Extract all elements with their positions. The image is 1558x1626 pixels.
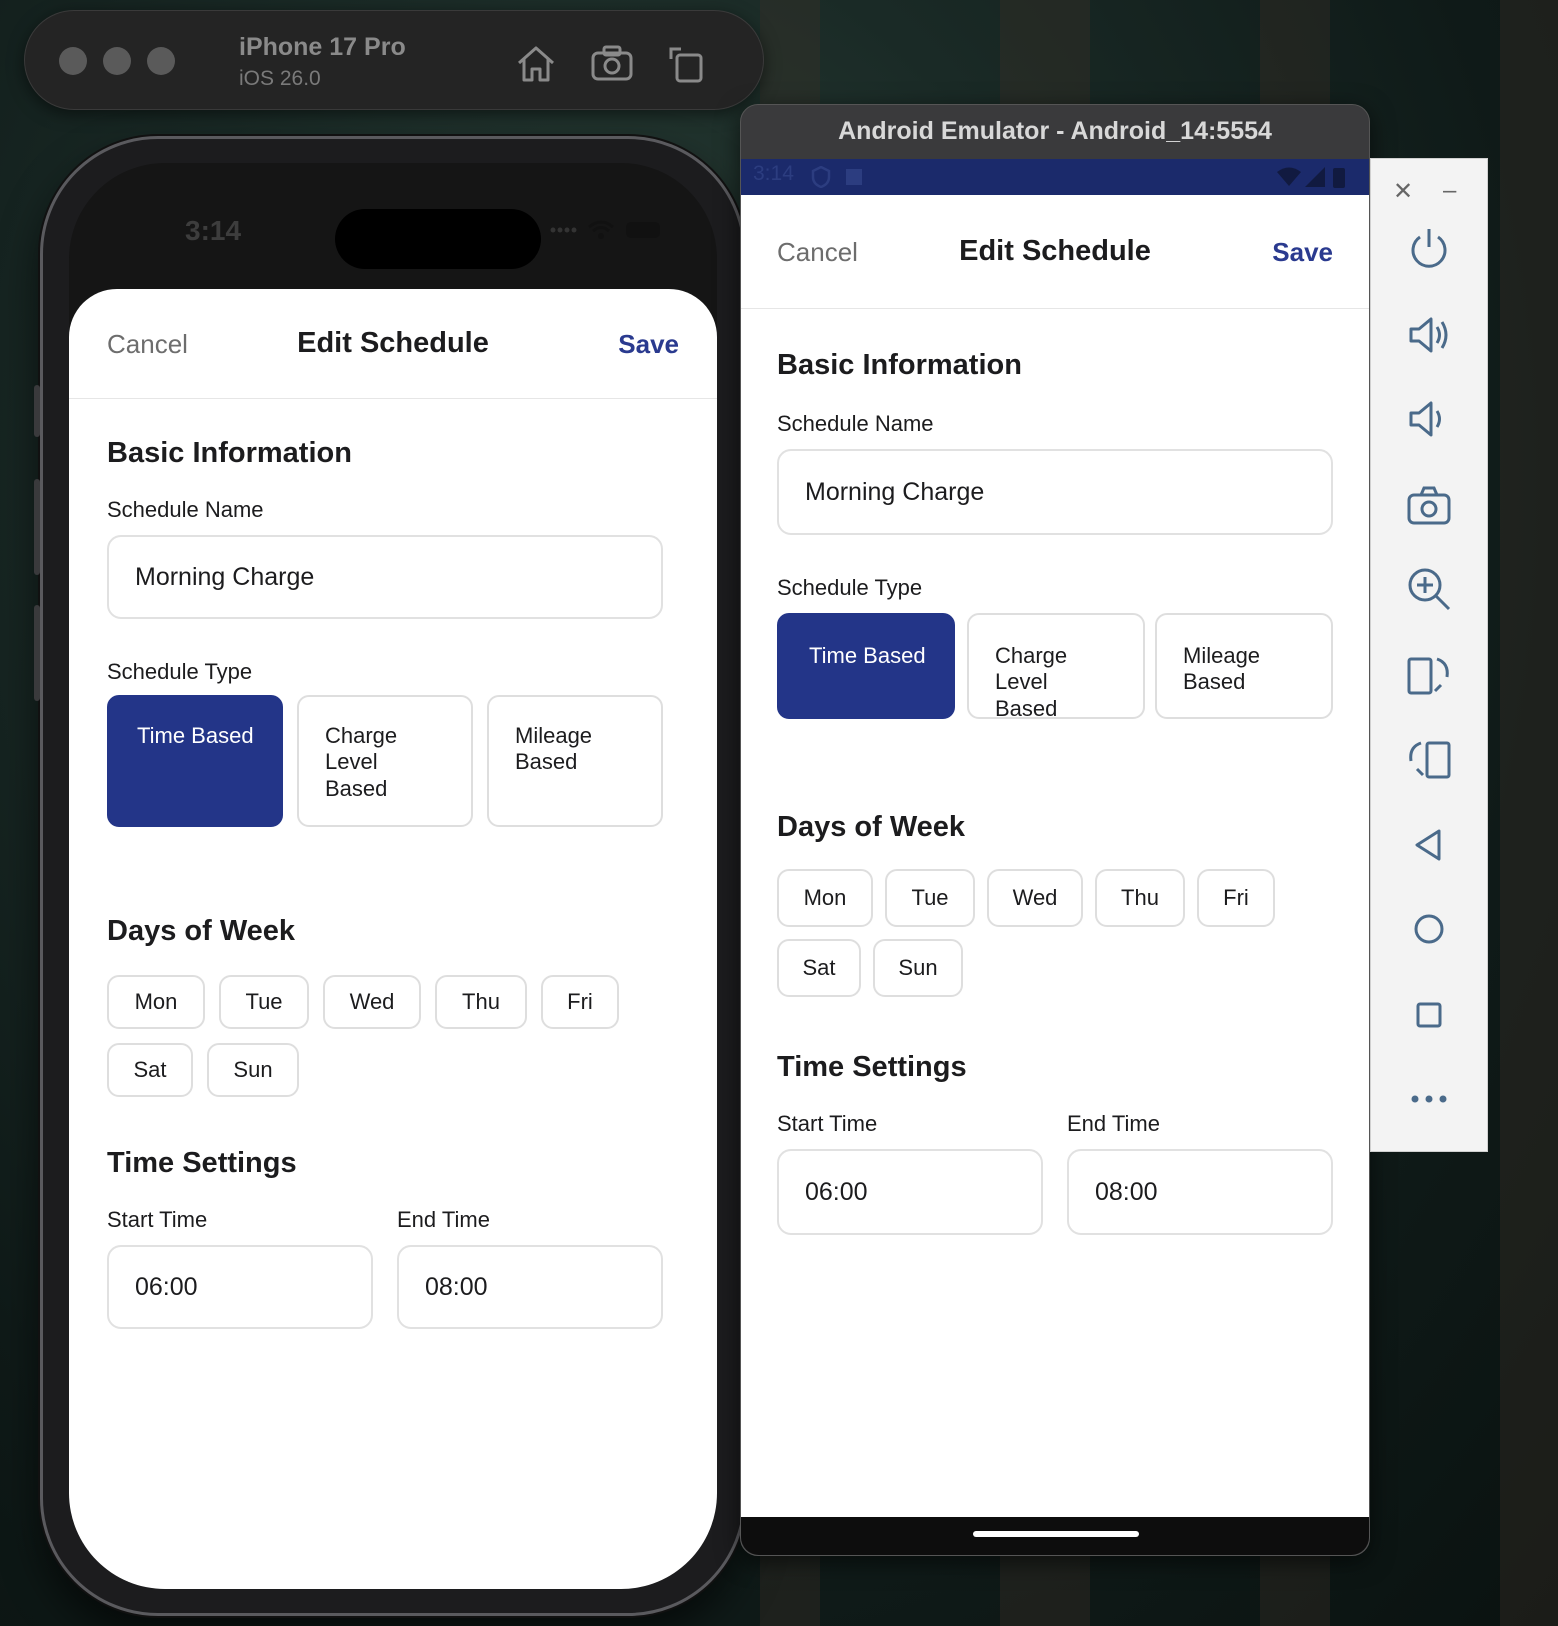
time-settings-heading: Time Settings — [107, 1147, 297, 1179]
rotate-icon[interactable] — [663, 41, 709, 87]
close-icon[interactable]: ✕ — [1393, 177, 1413, 206]
day-thu-button[interactable]: Thu — [435, 975, 527, 1029]
rotate-left-icon[interactable] — [1405, 651, 1453, 699]
volume-down-icon[interactable] — [1405, 395, 1453, 443]
basic-info-heading: Basic Information — [777, 349, 1022, 381]
end-time-input[interactable]: 08:00 — [1067, 1149, 1333, 1235]
notification-a-icon — [846, 169, 862, 185]
minimize-icon[interactable]: – — [1443, 177, 1456, 205]
type-mileage-based-button[interactable]: Mileage Based — [487, 695, 663, 827]
battery-icon — [626, 222, 660, 238]
os-version: iOS 26.0 — [239, 67, 321, 90]
start-time-input[interactable]: 06:00 — [777, 1149, 1043, 1235]
android-gesture-bar — [741, 1517, 1369, 1555]
camera-icon[interactable] — [1405, 481, 1453, 529]
day-wed-button[interactable]: Wed — [987, 869, 1083, 927]
time-settings-heading: Time Settings — [777, 1051, 967, 1083]
end-time-input[interactable]: 08:00 — [397, 1245, 663, 1329]
end-time-label: End Time — [397, 1207, 490, 1232]
start-time-label: Start Time — [107, 1207, 208, 1232]
schedule-name-label: Schedule Name — [777, 411, 934, 436]
schedule-name-input[interactable]: Morning Charge — [777, 449, 1333, 535]
home-icon[interactable] — [1405, 905, 1453, 953]
status-icons — [549, 219, 663, 241]
save-button[interactable]: Save — [1272, 237, 1333, 268]
overview-icon[interactable] — [1405, 991, 1453, 1039]
type-time-based-button[interactable]: Time Based — [777, 613, 955, 719]
day-mon-button[interactable]: Mon — [777, 869, 873, 927]
day-fri-button[interactable]: Fri — [541, 975, 619, 1029]
close-window-button[interactable] — [59, 47, 87, 75]
status-time: 3:14 — [753, 162, 794, 185]
device-name: iPhone 17 Pro — [239, 33, 406, 61]
day-fri-button[interactable]: Fri — [1197, 869, 1275, 927]
home-icon[interactable] — [513, 41, 559, 87]
iphone-device: 3:14 Cancel Edit Schedule Save Basic Inf… — [34, 136, 752, 1616]
start-time-label: Start Time — [777, 1111, 878, 1136]
type-charge-level-based-button[interactable]: Charge Level Based — [967, 613, 1145, 721]
ios-simulator-toolbar: iPhone 17 Pro iOS 26.0 — [24, 10, 764, 110]
action-button — [34, 385, 40, 437]
basic-info-heading: Basic Information — [107, 437, 352, 469]
signal-dots-icon — [550, 227, 577, 233]
cell-signal-icon — [1305, 167, 1325, 187]
volume-down-button — [34, 605, 40, 701]
rotate-right-icon[interactable] — [1405, 735, 1453, 783]
back-icon[interactable] — [1405, 821, 1453, 869]
edit-schedule-sheet: Cancel Edit Schedule Save Basic Informat… — [69, 289, 717, 1589]
volume-up-button — [34, 479, 40, 575]
schedule-name-input[interactable]: Morning Charge — [107, 535, 663, 619]
schedule-type-label: Schedule Type — [107, 659, 253, 684]
android-screen: Cancel Edit Schedule Save Basic Informat… — [741, 195, 1369, 1517]
day-sun-button[interactable]: Sun — [207, 1043, 299, 1097]
iphone-screen: 3:14 Cancel Edit Schedule Save Basic Inf… — [69, 163, 717, 1589]
android-status-bar: 3:14 — [741, 159, 1369, 195]
more-icon[interactable] — [1405, 1075, 1453, 1123]
day-mon-button[interactable]: Mon — [107, 975, 205, 1029]
day-sun-button[interactable]: Sun — [873, 939, 963, 997]
day-wed-button[interactable]: Wed — [323, 975, 421, 1029]
day-thu-button[interactable]: Thu — [1095, 869, 1185, 927]
days-heading: Days of Week — [777, 811, 966, 843]
volume-up-icon[interactable] — [1405, 311, 1453, 359]
start-time-input[interactable]: 06:00 — [107, 1245, 373, 1329]
day-tue-button[interactable]: Tue — [219, 975, 309, 1029]
wifi-icon — [588, 220, 614, 239]
type-time-based-button[interactable]: Time Based — [107, 695, 283, 827]
emulator-control-panel: ✕ – — [1370, 158, 1488, 1152]
day-tue-button[interactable]: Tue — [885, 869, 975, 927]
nav-bar: Cancel Edit Schedule Save — [741, 195, 1369, 309]
screenshot-icon[interactable] — [589, 41, 635, 87]
type-charge-level-based-button[interactable]: Charge Level Based — [297, 695, 473, 827]
schedule-name-label: Schedule Name — [107, 497, 264, 522]
battery-icon — [1333, 168, 1345, 188]
wifi-icon — [1277, 167, 1301, 186]
zoom-window-button[interactable] — [147, 47, 175, 75]
dynamic-island — [335, 209, 541, 269]
end-time-label: End Time — [1067, 1111, 1160, 1136]
save-button[interactable]: Save — [618, 329, 679, 360]
minimize-window-button[interactable] — [103, 47, 131, 75]
nav-bar: Cancel Edit Schedule Save — [69, 289, 717, 399]
schedule-type-label: Schedule Type — [777, 575, 923, 600]
power-icon[interactable] — [1405, 225, 1453, 273]
zoom-in-icon[interactable] — [1405, 565, 1453, 613]
window-title: Android Emulator - Android_14:5554 — [838, 117, 1272, 145]
day-sat-button[interactable]: Sat — [777, 939, 861, 997]
days-heading: Days of Week — [107, 915, 296, 947]
shield-icon — [811, 166, 831, 188]
status-time: 3:14 — [185, 215, 242, 246]
android-emulator-window: Android Emulator - Android_14:5554 3:14 … — [740, 104, 1370, 1556]
type-mileage-based-button[interactable]: Mileage Based — [1155, 613, 1333, 719]
home-gesture-handle[interactable] — [973, 1531, 1139, 1537]
day-sat-button[interactable]: Sat — [107, 1043, 193, 1097]
